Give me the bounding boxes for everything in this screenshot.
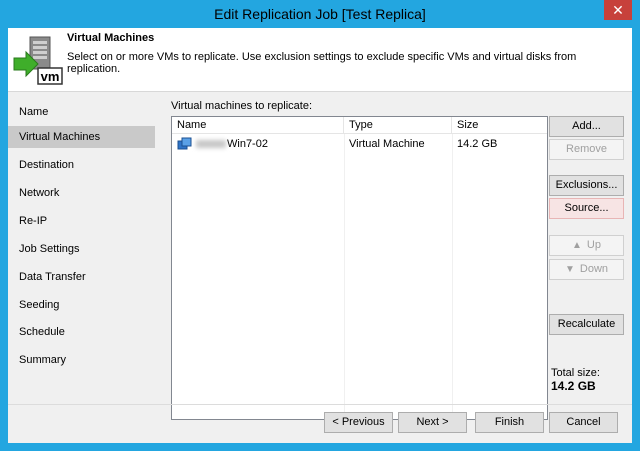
table-row[interactable]: Win7-02 Virtual Machine 14.2 GB [172,135,547,153]
column-header-size[interactable]: Size [452,117,547,134]
next-button[interactable]: Next > [398,412,467,433]
vm-name: Win7-02 [227,138,268,150]
vm-size-cell: 14.2 GB [457,138,498,150]
arrow-up-icon: ▲ [572,240,582,251]
column-divider [452,134,453,419]
close-button[interactable]: ✕ [604,0,632,20]
vm-server-icon: vm [13,36,63,85]
vm-name-cell: Win7-02 [196,135,268,153]
step-seeding[interactable]: Seeding [8,294,155,316]
page-title: Virtual Machines [67,32,155,44]
column-divider [344,134,345,419]
replication-job-window: Edit Replication Job [Test Replica] ✕ vm… [0,0,640,451]
cancel-button[interactable]: Cancel [549,412,618,433]
step-data-transfer[interactable]: Data Transfer [8,266,155,288]
arrow-down-icon: ▼ [564,264,575,275]
exclusions-button[interactable]: Exclusions... [549,175,624,196]
step-name[interactable]: Name [8,101,155,123]
up-button[interactable]: ▲ Up [549,235,624,256]
virtual-machine-icon [177,137,192,150]
wizard-header: vm Virtual Machines Select on or more VM… [8,28,632,92]
down-button[interactable]: ▼ Down [549,259,624,280]
down-label: Down [579,263,609,275]
add-button[interactable]: Add... [549,116,624,137]
step-summary[interactable]: Summary [8,349,155,371]
redacted-name [196,140,226,149]
title-bar[interactable]: Edit Replication Job [Test Replica] ✕ [0,0,640,28]
step-network[interactable]: Network [8,182,155,204]
step-schedule[interactable]: Schedule [8,321,155,343]
window-title: Edit Replication Job [Test Replica] [214,6,426,22]
step-destination[interactable]: Destination [8,154,155,176]
step-re-ip[interactable]: Re-IP [8,210,155,232]
column-header-name[interactable]: Name [172,117,344,134]
remove-button[interactable]: Remove [549,139,624,160]
source-button[interactable]: Source... [549,198,624,219]
finish-button[interactable]: Finish [475,412,544,433]
page-description: Select on or more VMs to replicate. Use … [67,51,577,75]
total-size-label: Total size: [551,367,600,379]
step-virtual-machines[interactable]: Virtual Machines [8,126,155,148]
vm-list-table[interactable]: Name Type Size Win7-02 Virtual Machine 1… [171,116,548,420]
footer-divider [8,404,632,405]
wizard-steps-nav: Name Virtual Machines Destination Networ… [8,92,158,404]
up-label: Up [586,239,601,251]
column-header-type[interactable]: Type [344,117,452,134]
svg-text:vm: vm [41,69,60,84]
previous-button[interactable]: < Previous [324,412,393,433]
wizard-client-area: vm Virtual Machines Select on or more VM… [8,28,632,443]
step-job-settings[interactable]: Job Settings [8,238,155,260]
vm-list-label: Virtual machines to replicate: [171,100,313,112]
total-size-value: 14.2 GB [551,379,596,393]
vm-list-header: Name Type Size [172,117,547,134]
vm-type-cell: Virtual Machine [349,138,425,150]
recalculate-button[interactable]: Recalculate [549,314,624,335]
